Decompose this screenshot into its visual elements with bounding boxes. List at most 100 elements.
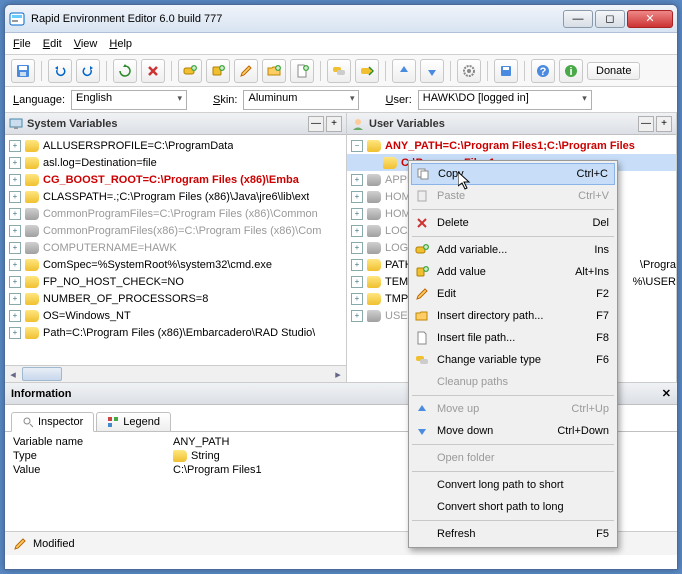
tree-row[interactable]: +ComSpec=%SystemRoot%\system32\cmd.exe xyxy=(5,256,346,273)
tab-legend[interactable]: Legend xyxy=(96,412,171,431)
legend-icon xyxy=(107,416,119,428)
language-combo[interactable]: English xyxy=(71,90,187,110)
tree-row[interactable]: +CLASSPATH=.;C:\Program Files (x86)\Java… xyxy=(5,188,346,205)
menu-item-add-value[interactable]: Add valueAlt+Ins xyxy=(411,261,615,283)
panel-collapse-button[interactable]: — xyxy=(638,116,654,132)
panel-collapse-button[interactable]: — xyxy=(308,116,324,132)
tree-row[interactable]: +asl.log=Destination=file xyxy=(5,154,346,171)
options-row: Language: English Skin: Aluminum User: H… xyxy=(5,87,677,113)
tree-row[interactable]: + FP_NO_HOST_CHECK=NO xyxy=(5,273,346,290)
cleanup-button[interactable] xyxy=(355,59,379,83)
expand-icon[interactable]: + xyxy=(9,225,21,237)
tree-row[interactable]: +COMPUTERNAME=HAWK xyxy=(5,239,346,256)
tree-row[interactable]: +CommonProgramFiles=C:\Program Files (x8… xyxy=(5,205,346,222)
menu-label: Add value xyxy=(437,266,567,278)
undo-button[interactable] xyxy=(48,59,72,83)
inspect-key-value: Value xyxy=(13,464,173,476)
move-up-button[interactable] xyxy=(392,59,416,83)
modified-icon xyxy=(13,537,27,551)
skin-combo[interactable]: Aluminum xyxy=(243,90,359,110)
menu-item-refresh[interactable]: RefreshF5 xyxy=(411,523,615,545)
insert-file-button[interactable] xyxy=(290,59,314,83)
menu-view[interactable]: View xyxy=(74,38,98,50)
settings-button[interactable] xyxy=(457,59,481,83)
tree-row[interactable]: +OS=Windows_NT xyxy=(5,307,346,324)
insert-dir-button[interactable] xyxy=(262,59,286,83)
add-variable-button[interactable] xyxy=(178,59,202,83)
tree-row[interactable]: −ANY_PATH=C:\Program Files1;C:\Program F… xyxy=(347,137,676,154)
panel-add-button[interactable]: + xyxy=(326,116,342,132)
expand-icon[interactable]: + xyxy=(9,157,21,169)
menu-item-edit[interactable]: EditF2 xyxy=(411,283,615,305)
expand-icon[interactable]: + xyxy=(9,293,21,305)
about-button[interactable]: i xyxy=(559,59,583,83)
edit-button[interactable] xyxy=(234,59,258,83)
expand-icon[interactable]: + xyxy=(9,259,21,271)
user-panel-title: User Variables xyxy=(369,118,636,130)
menu-item-move-down[interactable]: Move downCtrl+Down xyxy=(411,420,615,442)
collapse-icon[interactable]: − xyxy=(351,140,363,152)
inspect-key-name: Variable name xyxy=(13,436,173,448)
add-value-button[interactable] xyxy=(206,59,230,83)
tree-row[interactable]: +CommonProgramFiles(x86)=C:\Program File… xyxy=(5,222,346,239)
expand-icon[interactable]: + xyxy=(351,276,363,288)
menu-item-delete[interactable]: DeleteDel xyxy=(411,212,615,234)
expand-icon[interactable]: + xyxy=(9,242,21,254)
maximize-button[interactable]: ◻ xyxy=(595,10,625,28)
expand-icon[interactable]: + xyxy=(351,225,363,237)
context-menu[interactable]: CopyCtrl+CPasteCtrl+VDeleteDelAdd variab… xyxy=(408,160,618,548)
menu-item-insert-directory-path-[interactable]: Insert directory path...F7 xyxy=(411,305,615,327)
tree-row[interactable]: +CG_BOOST_ROOT=C:\Program Files (x86)\Em… xyxy=(5,171,346,188)
help-button[interactable]: ? xyxy=(531,59,555,83)
expand-icon[interactable]: + xyxy=(9,276,21,288)
expand-icon[interactable]: + xyxy=(9,327,21,339)
close-button[interactable]: ✕ xyxy=(627,10,673,28)
menu-help[interactable]: Help xyxy=(109,38,132,50)
donate-button[interactable]: Donate xyxy=(587,62,640,80)
expand-icon[interactable]: + xyxy=(9,191,21,203)
menu-label: Convert long path to short xyxy=(437,479,609,491)
window-title: Rapid Environment Editor 6.0 build 777 xyxy=(31,13,561,25)
titlebar[interactable]: Rapid Environment Editor 6.0 build 777 —… xyxy=(5,5,677,33)
change-type-button[interactable] xyxy=(327,59,351,83)
expand-icon[interactable]: + xyxy=(351,174,363,186)
expand-icon[interactable]: + xyxy=(351,293,363,305)
expand-icon[interactable]: + xyxy=(9,310,21,322)
menu-file[interactable]: File xyxy=(13,38,31,50)
delete-button[interactable] xyxy=(141,59,165,83)
expand-icon[interactable]: + xyxy=(351,310,363,322)
menu-item-convert-short-path-to-long[interactable]: Convert short path to long xyxy=(411,496,615,518)
menu-item-add-variable-[interactable]: Add variable...Ins xyxy=(411,239,615,261)
backup-button[interactable] xyxy=(494,59,518,83)
info-close-button[interactable]: ✕ xyxy=(662,387,671,400)
system-tree[interactable]: +ALLUSERSPROFILE=C:\ProgramData+asl.log=… xyxy=(5,135,346,365)
minimize-button[interactable]: — xyxy=(563,10,593,28)
menu-item-change-variable-type[interactable]: Change variable typeF6 xyxy=(411,349,615,371)
save-button[interactable] xyxy=(11,59,35,83)
tree-row[interactable]: +NUMBER_OF_PROCESSORS=8 xyxy=(5,290,346,307)
system-panel-title: System Variables xyxy=(27,118,306,130)
expand-icon[interactable]: + xyxy=(351,259,363,271)
user-combo[interactable]: HAWK\DO [logged in] xyxy=(418,90,592,110)
menu-item-copy[interactable]: CopyCtrl+C xyxy=(411,163,615,185)
expand-icon[interactable]: + xyxy=(9,208,21,220)
up-icon xyxy=(413,401,431,417)
menu-item-convert-long-path-to-short[interactable]: Convert long path to short xyxy=(411,474,615,496)
panel-add-button[interactable]: + xyxy=(656,116,672,132)
row-text: FP_NO_HOST_CHECK=NO xyxy=(43,276,184,288)
tab-inspector[interactable]: Inspector xyxy=(11,412,94,432)
expand-icon[interactable]: + xyxy=(9,140,21,152)
menu-edit[interactable]: Edit xyxy=(43,38,62,50)
expand-icon[interactable]: + xyxy=(351,208,363,220)
move-down-button[interactable] xyxy=(420,59,444,83)
expand-icon[interactable]: + xyxy=(351,242,363,254)
tree-row[interactable]: +ALLUSERSPROFILE=C:\ProgramData xyxy=(5,137,346,154)
redo-button[interactable] xyxy=(76,59,100,83)
menu-item-insert-file-path-[interactable]: Insert file path...F8 xyxy=(411,327,615,349)
expand-icon[interactable]: + xyxy=(9,174,21,186)
menu-label: Change variable type xyxy=(437,354,588,366)
tree-row[interactable]: +Path=C:\Program Files (x86)\Embarcadero… xyxy=(5,324,346,341)
refresh-button[interactable] xyxy=(113,59,137,83)
expand-icon[interactable]: + xyxy=(351,191,363,203)
h-scrollbar[interactable]: ◂▸ xyxy=(5,365,346,382)
